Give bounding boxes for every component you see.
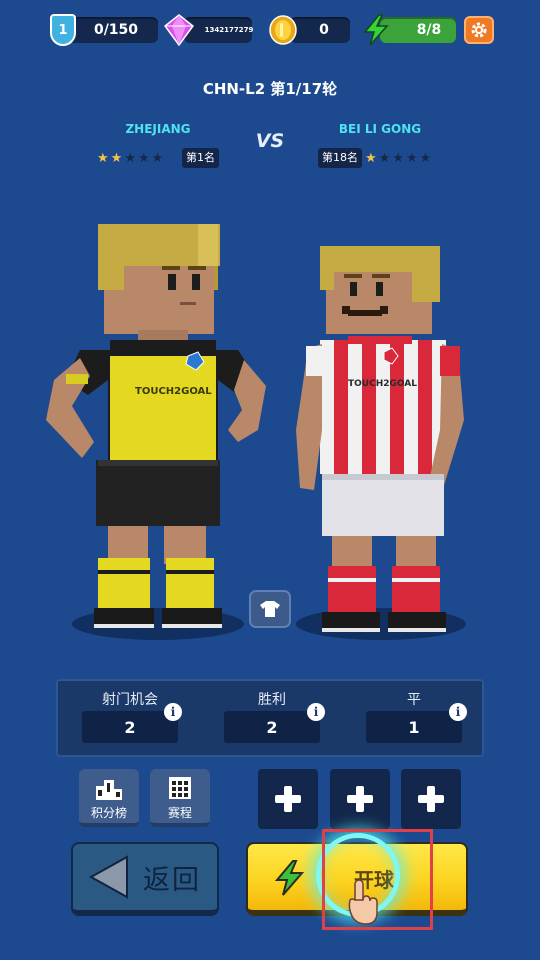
schedule-label: 赛程: [167, 806, 192, 820]
plus-icon: [418, 786, 444, 812]
change-kit-button[interactable]: [249, 590, 291, 628]
stat-value: 1: [366, 711, 462, 743]
shield-icon[interactable]: 1: [50, 14, 76, 46]
star-empty-icon: ★: [405, 151, 418, 166]
top-bar: 0/150 1 1342177279 0 8/8: [0, 14, 540, 48]
energy-amount: 8/8: [416, 22, 442, 38]
home-team-rank: 第1名: [182, 148, 219, 168]
star-empty-icon: ★: [151, 151, 164, 166]
away-team-rank: 第18名: [318, 148, 362, 168]
versus-label: VS: [255, 130, 285, 152]
coin-icon: [269, 15, 297, 45]
stat-value: 2: [224, 711, 320, 743]
gem-counter[interactable]: 1342177279: [184, 17, 254, 43]
schedule-button[interactable]: 赛程: [150, 769, 210, 827]
info-icon[interactable]: i: [164, 703, 182, 721]
calendar-grid-icon: [169, 777, 191, 799]
info-icon[interactable]: i: [307, 703, 325, 721]
plus-icon: [347, 786, 373, 812]
info-icon[interactable]: i: [449, 703, 467, 721]
stat-label: 平: [407, 692, 421, 708]
add-slot-button-2[interactable]: [330, 769, 390, 829]
players-area: TOUCH2GOAL TOUCH2GOAL: [0, 210, 540, 640]
target-highlight-box: [322, 829, 433, 930]
podium-icon: [96, 780, 122, 800]
gem-amount: 1342177279: [204, 26, 254, 34]
plus-icon: [275, 786, 301, 812]
star-empty-icon: ★: [124, 151, 136, 166]
stat-draws: 平: [364, 689, 464, 709]
home-team-stars: ★ ★ ★ ★ ★: [97, 151, 163, 166]
coin-counter[interactable]: 0: [290, 17, 350, 43]
home-team-name: ZHEJIANG: [125, 122, 191, 136]
energy-counter[interactable]: 8/8: [380, 17, 456, 43]
level-number: 1: [58, 22, 68, 38]
xp-counter: 0/150: [68, 17, 158, 43]
star-filled-icon: ★: [97, 151, 109, 166]
gem-icon: [164, 14, 194, 46]
star-filled-icon: ★: [365, 151, 377, 166]
add-slot-button-3[interactable]: [401, 769, 461, 829]
stats-panel: 射门机会 2 i 胜利 2 i 平 1 i: [56, 679, 484, 757]
add-slot-button-1[interactable]: [258, 769, 318, 829]
stat-label: 胜利: [258, 692, 286, 708]
coin-amount: 0: [319, 22, 329, 38]
star-filled-icon: ★: [110, 151, 123, 166]
match-title: CHN-L2 第1/17轮: [202, 80, 338, 98]
shirt-icon: [260, 601, 280, 617]
leaderboard-button[interactable]: 积分榜: [79, 769, 139, 827]
star-empty-icon: ★: [419, 151, 432, 166]
away-team-stars: ★ ★ ★ ★ ★: [365, 151, 431, 166]
away-team-name: BEI LI GONG: [338, 122, 422, 136]
stat-wins: 胜利: [222, 689, 322, 709]
gear-icon: [471, 22, 487, 38]
away-kit-text: TOUCH2GOAL: [348, 379, 417, 389]
lightning-icon: [363, 14, 389, 46]
home-player-avatar: TOUCH2GOAL: [46, 224, 266, 628]
home-kit-text: TOUCH2GOAL: [135, 386, 212, 397]
star-empty-icon: ★: [392, 151, 404, 166]
leaderboard-label: 积分榜: [90, 806, 127, 820]
back-label: 返回: [143, 864, 201, 896]
stat-value: 2: [82, 711, 178, 743]
back-button[interactable]: 返回: [71, 842, 219, 916]
star-empty-icon: ★: [137, 151, 150, 166]
star-empty-icon: ★: [378, 151, 391, 166]
back-arrow-icon: [89, 855, 128, 899]
xp-text: 0/150: [93, 22, 139, 38]
lightning-icon: [274, 860, 304, 896]
settings-button[interactable]: [464, 16, 494, 44]
away-player-avatar: TOUCH2GOAL: [296, 246, 464, 632]
